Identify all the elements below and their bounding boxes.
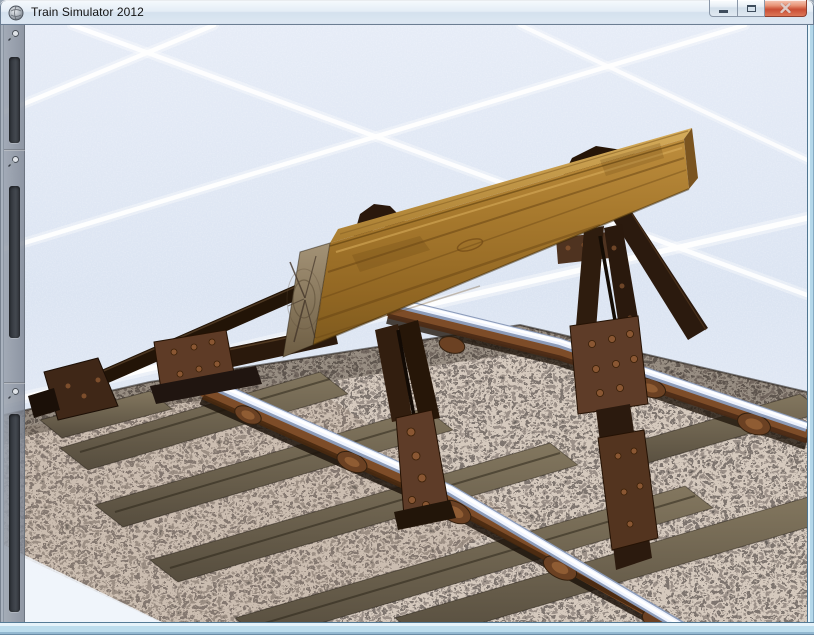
rivet: [626, 520, 634, 528]
titlebar[interactable]: Train Simulator 2012: [0, 0, 814, 26]
rivet: [170, 348, 178, 356]
strip-divider: [4, 149, 25, 151]
rivet: [213, 360, 221, 368]
window-bottom-border[interactable]: [0, 622, 814, 635]
app-window: Train Simulator 2012: [0, 0, 814, 635]
rivet: [406, 427, 416, 437]
rivet: [614, 452, 622, 460]
rivet: [619, 283, 625, 289]
window-controls: [709, 0, 807, 17]
collapsed-panel-handle[interactable]: [9, 57, 20, 143]
viewport-3d[interactable]: [4, 25, 807, 622]
rivet: [408, 496, 416, 504]
scene-svg[interactable]: [4, 25, 807, 622]
rivet: [411, 451, 421, 461]
maximize-icon: [746, 4, 756, 12]
rivet: [616, 384, 624, 392]
rivet: [596, 389, 604, 397]
strip-divider: [4, 382, 25, 384]
maximize-button[interactable]: [738, 0, 765, 17]
rivet: [630, 447, 638, 455]
close-button[interactable]: [765, 0, 807, 17]
close-x-icon: [780, 3, 791, 13]
rivet: [195, 365, 203, 373]
rivet: [176, 370, 184, 378]
minimize-icon: [719, 9, 728, 13]
pushpin-icon[interactable]: [7, 155, 21, 169]
rivet: [612, 360, 620, 368]
rivet: [208, 338, 216, 346]
rivet: [592, 365, 600, 373]
rivet: [626, 330, 634, 338]
rivet: [190, 343, 198, 351]
rivet: [565, 245, 571, 251]
rivet: [620, 488, 628, 496]
rivet: [608, 335, 616, 343]
pushpin-icon[interactable]: [7, 387, 21, 401]
window-title: Train Simulator 2012: [31, 5, 144, 19]
rivet: [417, 473, 427, 483]
rivet: [630, 355, 638, 363]
app-globe-icon: [8, 5, 24, 21]
left-toolstrip: [4, 25, 25, 622]
window-right-border[interactable]: [807, 25, 814, 635]
minimize-button[interactable]: [709, 0, 738, 17]
rivet: [611, 245, 617, 251]
rivet: [636, 482, 644, 490]
collapsed-panel-handle[interactable]: [9, 414, 20, 612]
collapsed-panel-handle[interactable]: [9, 186, 20, 338]
pushpin-icon[interactable]: [7, 29, 21, 43]
rivet: [588, 340, 596, 348]
right-aframe-gusset: [569, 315, 649, 415]
rivet: [65, 383, 71, 389]
rivet: [81, 393, 87, 399]
rivet: [95, 377, 101, 383]
